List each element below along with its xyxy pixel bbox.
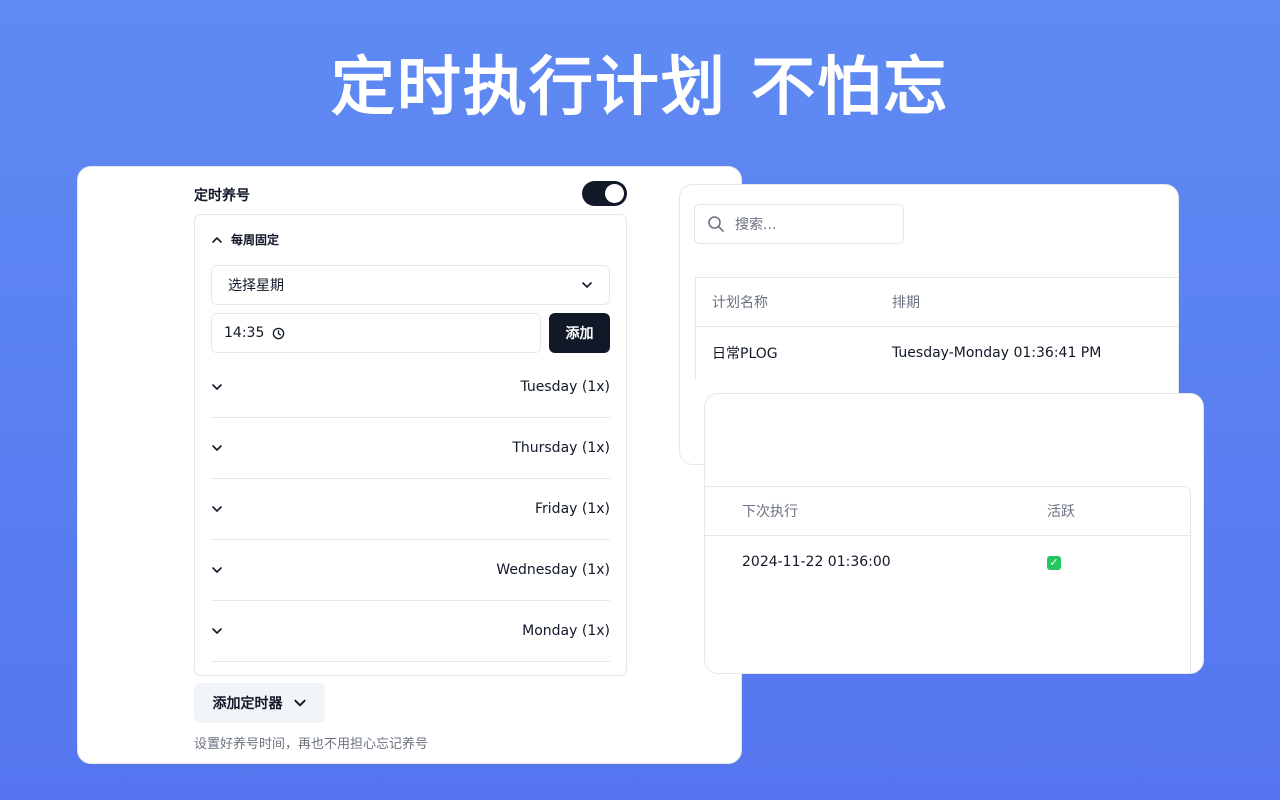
time-input[interactable]: 14:35 [211,313,541,353]
add-timer-button[interactable]: 添加定时器 [194,683,325,723]
runs-table-header: 下次执行 活跃 [705,487,1190,536]
day-list: Tuesday (1x) Thursday (1x) Friday (1x) W… [211,357,610,662]
chevron-down-icon [211,625,223,637]
day-row[interactable]: Friday (1x) [211,479,610,540]
weekly-section-label: 每周固定 [231,233,280,247]
chevron-down-icon [211,442,223,454]
plan-name-cell: 日常PLOG [712,346,778,362]
active-cell: ✓ [1047,554,1190,570]
day-label: Wednesday (1x) [496,562,610,578]
day-label: Monday (1x) [522,623,610,639]
scheduler-card: 定时养号 每周固定 选择星期 14:35 添加 Tuesday (1x) Thu… [77,166,742,764]
plans-table: 计划名称 排期 日常PLOG Tuesday-Monday 01:36:41 P… [695,277,1178,379]
search-placeholder: 搜索... [735,217,777,233]
chevron-down-icon [581,279,593,291]
weekday-select-value: 选择星期 [228,278,284,294]
scheduler-hint: 设置好养号时间，再也不用担心忘记养号 [194,737,429,752]
add-time-button[interactable]: 添加 [549,313,610,353]
column-header-next-run[interactable]: 下次执行 [705,501,1047,521]
search-icon [707,215,725,233]
chevron-up-icon [211,234,223,246]
table-row[interactable]: 日常PLOG Tuesday-Monday 01:36:41 PM [696,327,1178,379]
day-label: Tuesday (1x) [520,379,610,395]
runs-card: 下次执行 活跃 2024-11-22 01:36:00 ✓ [704,393,1204,674]
page-headline: 定时执行计划 不怕忘 [330,51,950,125]
scheduler-toggle[interactable] [582,181,627,206]
day-row[interactable]: Monday (1x) [211,601,610,662]
weekly-section-header[interactable]: 每周固定 [211,231,279,248]
plans-table-header: 计划名称 排期 [696,278,1178,327]
column-header-schedule[interactable]: 排期 [892,292,1178,312]
day-row[interactable]: Wednesday (1x) [211,540,610,601]
runs-table: 下次执行 活跃 2024-11-22 01:36:00 ✓ [705,486,1191,673]
weekly-panel: 每周固定 选择星期 14:35 添加 Tuesday (1x) Thursday… [194,214,627,676]
chevron-down-icon [211,564,223,576]
add-timer-label: 添加定时器 [212,696,283,712]
day-row[interactable]: Thursday (1x) [211,418,610,479]
toggle-knob [605,184,624,203]
chevron-down-icon [211,381,223,393]
chevron-down-icon [211,503,223,515]
time-value: 14:35 [224,325,265,341]
column-header-name[interactable]: 计划名称 [696,292,892,312]
table-row[interactable]: 2024-11-22 01:36:00 ✓ [705,536,1190,588]
day-label: Thursday (1x) [512,440,610,456]
weekday-select[interactable]: 选择星期 [211,265,610,305]
search-input[interactable]: 搜索... [694,204,904,244]
plan-schedule-cell: Tuesday-Monday 01:36:41 PM [892,345,1102,361]
scheduler-title: 定时养号 [194,188,250,204]
chevron-down-icon [293,696,307,710]
check-icon: ✓ [1047,555,1061,570]
day-label: Friday (1x) [535,501,610,517]
clock-icon [272,327,285,340]
column-header-active[interactable]: 活跃 [1047,501,1190,521]
next-run-cell: 2024-11-22 01:36:00 [742,554,891,570]
day-row[interactable]: Tuesday (1x) [211,357,610,418]
